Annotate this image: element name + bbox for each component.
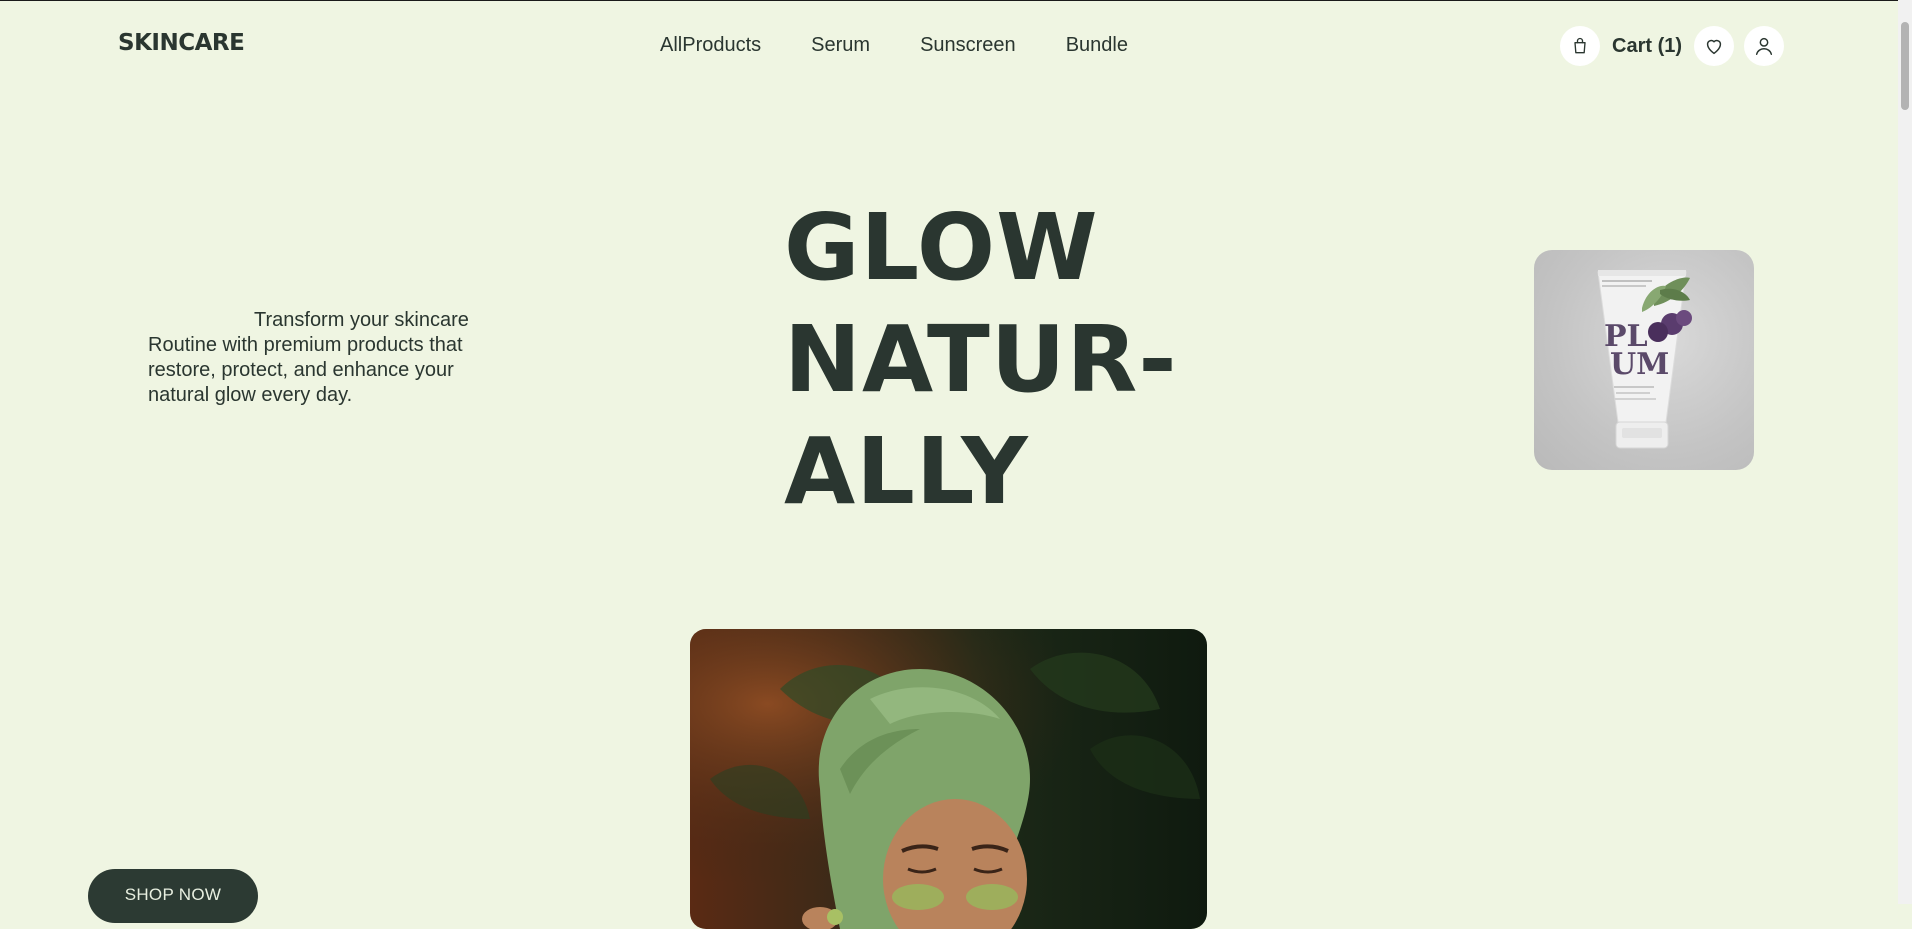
hero-headline: GLOW NATUR- ALLY <box>784 192 1178 528</box>
hero-model-photo <box>690 629 1207 929</box>
user-icon <box>1755 37 1773 55</box>
nav-item-sunscreen[interactable]: Sunscreen <box>920 34 1016 57</box>
site-logo[interactable]: SKINCARE <box>118 30 245 56</box>
nav-item-all-products[interactable]: AllProducts <box>660 34 761 57</box>
featured-product-image[interactable]: PL UM <box>1534 250 1754 470</box>
window-top-border <box>0 0 1912 1</box>
headline-line-2: NATUR- <box>784 306 1178 413</box>
tube-brand-text-2: UM <box>1610 347 1669 382</box>
shopping-bag-icon <box>1574 37 1586 54</box>
header-actions: Cart (1) <box>1560 26 1785 66</box>
nav-item-bundle[interactable]: Bundle <box>1066 34 1128 57</box>
plum-tube-illustration: PL UM <box>1597 270 1692 449</box>
headline-line-3: ALLY <box>784 418 1029 525</box>
wishlist-button[interactable] <box>1694 26 1735 66</box>
headline-line-1: GLOW <box>784 194 1099 301</box>
cart-label[interactable]: Cart (1) <box>1612 35 1682 58</box>
nav-item-serum[interactable]: Serum <box>811 34 870 57</box>
model-illustration <box>690 629 1207 929</box>
main-nav: AllProducts Serum Sunscreen Bundle <box>660 34 1178 57</box>
scrollbar-thumb[interactable] <box>1901 22 1909 110</box>
shop-now-button[interactable]: SHOP NOW <box>88 869 258 923</box>
cart-button[interactable] <box>1560 26 1600 66</box>
hero-description: Transform your skincare Routine with pre… <box>148 309 469 406</box>
account-button[interactable] <box>1744 26 1785 66</box>
heart-icon <box>1706 39 1722 55</box>
page-scrollbar[interactable] <box>1898 0 1912 904</box>
